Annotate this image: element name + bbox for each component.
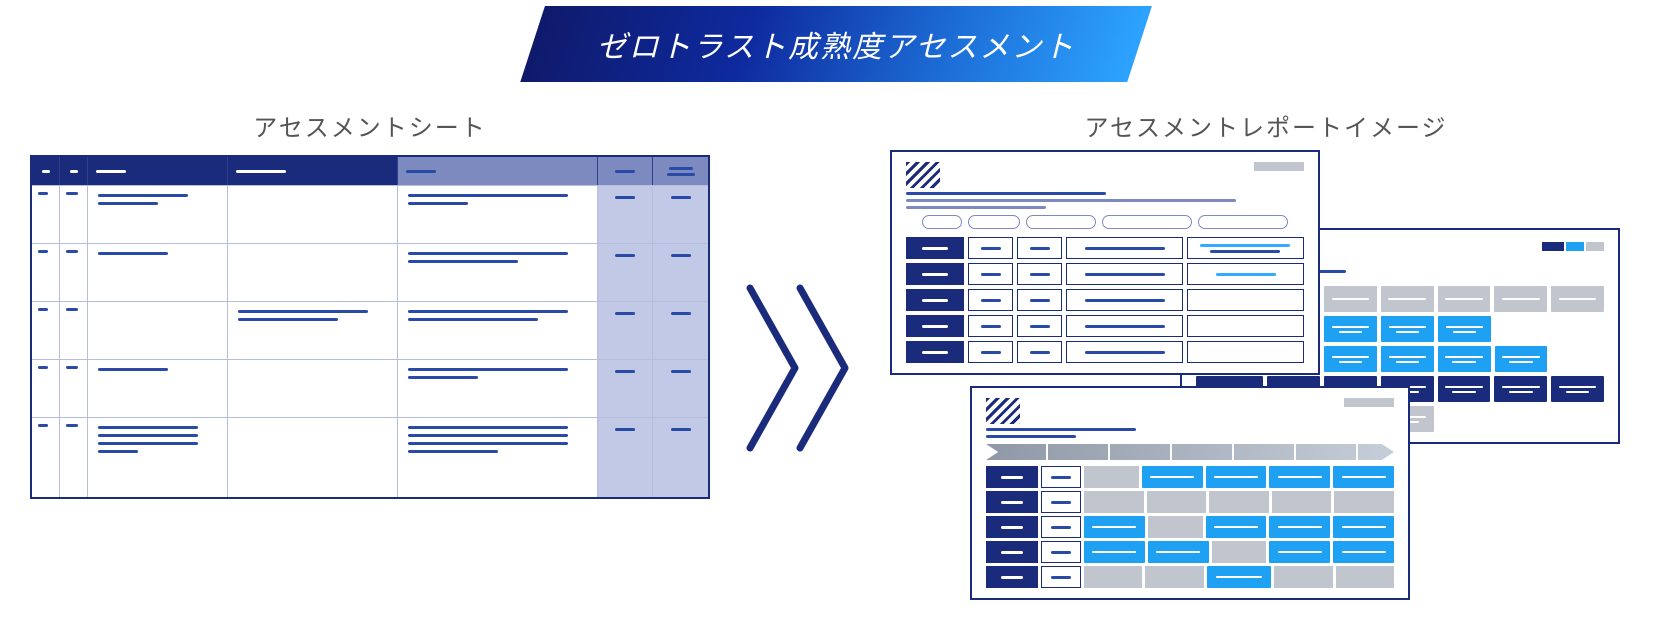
sheet-row [32, 185, 708, 243]
sheet-row [32, 417, 708, 497]
sheet-row [32, 301, 708, 359]
diagram-row: アセスメントシート [0, 108, 1672, 628]
badge-icon [1254, 162, 1304, 171]
title-banner: ゼロトラスト成熟度アセスメント [520, 6, 1152, 82]
title-text: ゼロトラスト成熟度アセスメント [597, 22, 1076, 66]
sheet-header [32, 157, 708, 185]
assessment-sheet-column: アセスメントシート [30, 108, 710, 499]
report-schedule [970, 386, 1410, 600]
assessment-sheet [30, 155, 710, 499]
report-section-title: アセスメントレポートイメージ [890, 108, 1642, 143]
report-images-column: アセスメントレポートイメージ [890, 108, 1642, 628]
hatch-icon [906, 162, 940, 188]
hatch-icon [986, 398, 1020, 424]
chevron-right-icon [735, 283, 865, 453]
badge-icon [1344, 398, 1394, 407]
sheet-row [32, 359, 708, 417]
sheet-section-title: アセスメントシート [30, 108, 710, 143]
flow-arrow [710, 283, 890, 453]
timeline-arrow-icon [986, 444, 1394, 460]
report-matrix [890, 150, 1320, 375]
legend-icon [1542, 242, 1604, 251]
sheet-row [32, 243, 708, 301]
